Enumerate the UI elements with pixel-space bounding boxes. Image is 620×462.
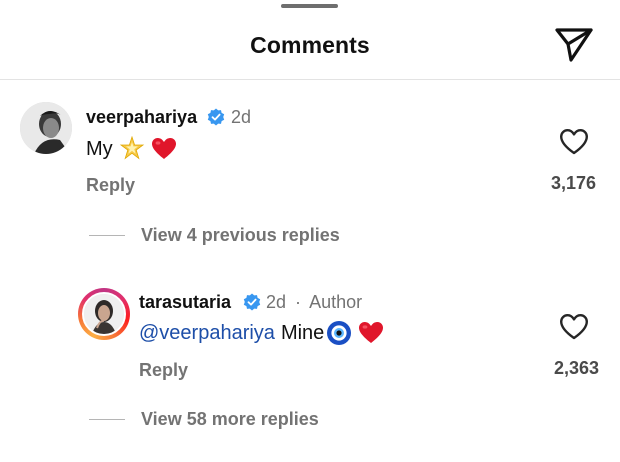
like-count: 2,363 <box>553 358 599 378</box>
verified-badge-icon <box>207 108 225 126</box>
send-icon[interactable] <box>553 24 595 64</box>
verified-badge-icon <box>243 293 261 311</box>
view-more-replies-button[interactable]: View 58 more replies <box>89 409 319 430</box>
comment-body: My <box>86 136 177 162</box>
comment-time: 2d <box>231 107 252 127</box>
red-heart-icon <box>359 322 384 343</box>
profile-photo-icon <box>20 102 72 154</box>
story-ring-avatar[interactable] <box>78 288 130 340</box>
like-heart-icon[interactable] <box>559 128 589 156</box>
reply-button[interactable]: Reply <box>139 360 188 381</box>
author-tag: Author <box>309 292 363 312</box>
view-previous-replies-button[interactable]: View 4 previous replies <box>89 225 340 246</box>
page-title: Comments <box>250 32 370 58</box>
comment-username[interactable]: veerpahariya <box>86 107 197 128</box>
profile-photo-icon <box>84 294 124 334</box>
reply-button[interactable]: Reply <box>86 175 135 196</box>
red-heart-icon <box>151 138 176 159</box>
glowing-star-icon <box>119 136 144 160</box>
nazar-amulet-icon <box>327 321 352 345</box>
view-more-replies-label: View 58 more replies <box>141 409 319 429</box>
comment-text: My <box>86 137 113 160</box>
like-count: 3,176 <box>550 173 596 193</box>
meta-separator: · <box>295 292 302 312</box>
like-heart-icon[interactable] <box>559 313 589 341</box>
view-previous-replies-label: View 4 previous replies <box>141 225 340 245</box>
avatar[interactable] <box>20 102 72 154</box>
mention-link[interactable]: @veerpahariya <box>139 322 275 345</box>
reply-time: 2d <box>266 292 287 312</box>
reply-text: Mine <box>280 321 325 344</box>
reply-username[interactable]: tarasutaria <box>139 292 231 313</box>
divider <box>89 419 125 420</box>
avatar <box>82 292 126 336</box>
divider <box>89 235 125 236</box>
comments-sheet: Comments veerpahariya 2d My Reply 3,176 … <box>0 0 620 462</box>
reply-meta: 2d · Author <box>266 292 362 313</box>
comments-header: Comments <box>0 0 620 80</box>
reply-body: @veerpahariya Mine <box>139 320 384 346</box>
